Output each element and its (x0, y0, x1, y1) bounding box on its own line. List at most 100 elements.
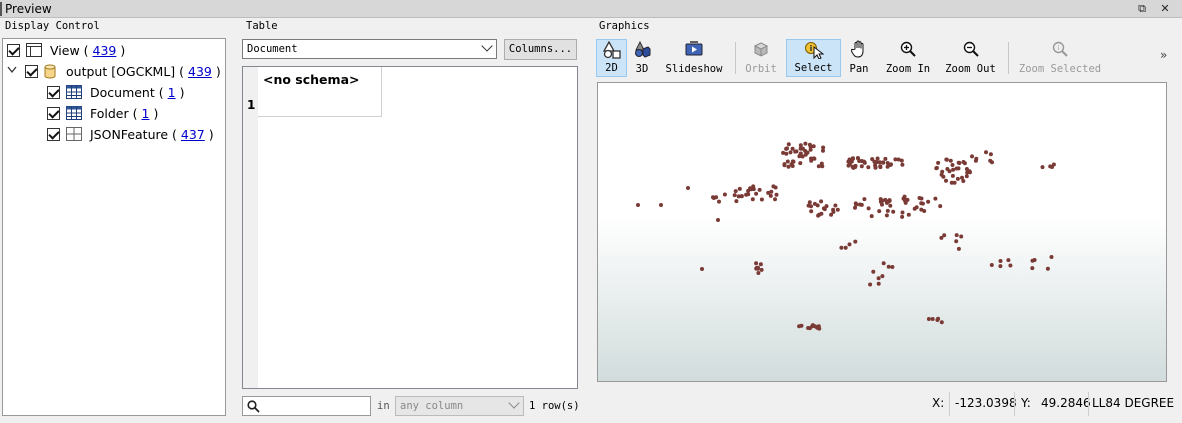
feature-point[interactable] (768, 193, 773, 198)
feature-point[interactable] (785, 159, 790, 164)
feature-point[interactable] (876, 276, 881, 281)
feature-point[interactable] (799, 146, 804, 151)
attribute-table[interactable]: <no schema> 1 (242, 66, 578, 389)
folder-count-link[interactable]: 1 (142, 106, 150, 121)
feature-point[interactable] (819, 161, 824, 166)
feature-point[interactable] (782, 163, 787, 168)
feature-point[interactable] (954, 233, 959, 238)
feature-point[interactable] (781, 150, 786, 155)
table-search-input[interactable] (242, 396, 371, 416)
feature-point[interactable] (941, 174, 946, 179)
view-count-link[interactable]: 439 (93, 43, 117, 58)
feature-point[interactable] (851, 156, 855, 161)
feature-point[interactable] (964, 174, 969, 179)
feature-point[interactable] (880, 274, 885, 279)
feature-point[interactable] (926, 199, 931, 204)
feature-point[interactable] (773, 197, 777, 202)
feature-point[interactable] (636, 203, 640, 207)
feature-point[interactable] (853, 201, 858, 206)
feature-point[interactable] (757, 187, 762, 192)
feature-point[interactable] (798, 143, 803, 148)
feature-point[interactable] (998, 264, 1003, 269)
feature-point[interactable] (871, 269, 876, 274)
row-number[interactable]: 1 (247, 98, 255, 112)
feature-point[interactable] (812, 201, 817, 206)
restore-icon[interactable]: ⧉ (1134, 1, 1150, 17)
feature-point[interactable] (885, 164, 890, 169)
tree-item-jsonfeature[interactable]: JSONFeature ( 437 ) (47, 124, 214, 144)
tree-item-document[interactable]: Document ( 1 ) (47, 82, 184, 102)
feature-point[interactable] (954, 166, 959, 171)
feature-point[interactable] (809, 209, 814, 214)
feature-point[interactable] (1040, 165, 1045, 170)
feature-point[interactable] (853, 239, 858, 244)
feature-point[interactable] (1008, 263, 1013, 268)
tool-slideshow-button[interactable]: Slideshow (663, 39, 725, 77)
feature-point[interactable] (886, 264, 891, 269)
column-filter-select[interactable]: any column (395, 396, 524, 416)
tool-2d-button[interactable]: 2D (596, 39, 627, 77)
columns-button[interactable]: Columns... (504, 39, 577, 60)
feature-point[interactable] (758, 262, 763, 267)
jsonfeature-count-link[interactable]: 437 (181, 127, 205, 142)
feature-point[interactable] (866, 206, 871, 211)
feature-point[interactable] (866, 165, 871, 170)
feature-point[interactable] (1006, 258, 1011, 263)
dataset-select[interactable]: Document (242, 39, 497, 59)
feature-point[interactable] (819, 199, 824, 204)
feature-point[interactable] (754, 266, 759, 271)
feature-point[interactable] (808, 147, 813, 152)
feature-point[interactable] (872, 159, 877, 164)
feature-point[interactable] (756, 271, 761, 275)
feature-point[interactable] (1030, 266, 1035, 271)
feature-point[interactable] (853, 165, 858, 169)
feature-point[interactable] (988, 152, 993, 157)
tool-pan-button[interactable]: Pan (845, 39, 873, 77)
tool-zoom-in-button[interactable]: Zoom In (882, 39, 934, 77)
feature-point[interactable] (737, 186, 742, 191)
table-cell[interactable]: <no schema> (258, 67, 382, 117)
feature-point[interactable] (859, 164, 864, 169)
feature-point[interactable] (835, 207, 840, 212)
feature-point[interactable] (790, 159, 795, 164)
feature-point[interactable] (930, 317, 935, 321)
tree-item-view[interactable]: View ( 439 ) (7, 40, 125, 60)
feature-point[interactable] (951, 167, 956, 172)
feature-point[interactable] (903, 200, 908, 205)
feature-point[interactable] (933, 196, 938, 201)
feature-point[interactable] (803, 141, 808, 146)
feature-point[interactable] (824, 204, 829, 209)
feature-point[interactable] (732, 193, 737, 198)
feature-point[interactable] (809, 158, 814, 163)
feature-point[interactable] (862, 159, 867, 164)
feature-point[interactable] (934, 166, 939, 171)
feature-point[interactable] (754, 191, 759, 196)
feature-point[interactable] (900, 214, 905, 219)
feature-point[interactable] (876, 281, 881, 286)
feature-point[interactable] (877, 209, 882, 214)
feature-point[interactable] (829, 212, 834, 217)
feature-point[interactable] (960, 175, 964, 180)
feature-point[interactable] (798, 151, 803, 156)
feature-point[interactable] (873, 165, 878, 170)
map-canvas[interactable] (597, 82, 1167, 382)
feature-point[interactable] (746, 192, 751, 197)
close-icon[interactable]: ✕ (1157, 1, 1173, 17)
tool-3d-button[interactable]: 3D (628, 39, 656, 77)
feature-point[interactable] (938, 204, 943, 209)
feature-point[interactable] (957, 161, 962, 165)
tool-select-button[interactable]: i Select (786, 39, 841, 77)
feature-point[interactable] (878, 165, 883, 170)
feature-point[interactable] (813, 324, 818, 329)
feature-point[interactable] (859, 202, 864, 207)
feature-point[interactable] (821, 148, 825, 153)
feature-point[interactable] (869, 214, 874, 219)
feature-point[interactable] (961, 160, 966, 164)
feature-point[interactable] (949, 180, 954, 185)
folder-checkbox[interactable] (47, 106, 60, 120)
feature-point[interactable] (1049, 255, 1054, 259)
feature-point[interactable] (833, 203, 838, 208)
feature-point[interactable] (886, 199, 891, 204)
feature-point[interactable] (973, 158, 978, 163)
feature-point[interactable] (857, 159, 862, 163)
